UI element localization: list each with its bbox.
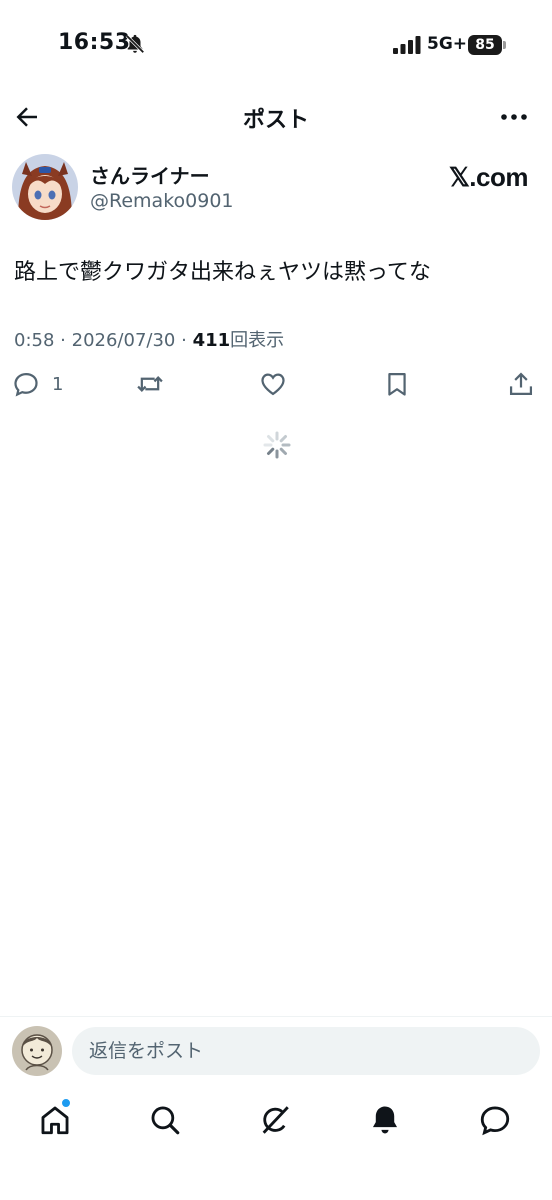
notifications-icon — [372, 1106, 398, 1134]
post-meta: 0:58 · 2026/07/30 · 411回表示 — [14, 326, 284, 352]
tab-search[interactable] — [145, 1100, 185, 1140]
share-icon — [509, 372, 533, 396]
messages-icon — [480, 1106, 510, 1136]
like-icon — [261, 373, 285, 396]
signal-bars-icon — [393, 36, 421, 54]
tab-notifications[interactable] — [365, 1100, 405, 1140]
post-actions: 1 — [0, 368, 552, 404]
reply-icon — [14, 372, 38, 397]
share-button[interactable] — [507, 368, 535, 400]
meta-separator: · — [181, 330, 187, 351]
post-text: 路上で鬱クワガタ出来ねぇヤツは黙ってな — [14, 260, 431, 285]
home-icon — [41, 1106, 69, 1135]
author-handle[interactable]: @Remako0901 — [90, 190, 234, 212]
reply-count: 1 — [52, 373, 64, 395]
author-display-name[interactable]: さんライナー — [90, 160, 210, 189]
battery-level: 85 — [468, 35, 502, 55]
search-icon — [151, 1106, 180, 1135]
user-avatar[interactable] — [12, 1026, 62, 1076]
network-type: 5G+ — [427, 34, 468, 54]
bookmark-button[interactable] — [383, 368, 411, 400]
meta-separator: · — [60, 330, 66, 351]
bell-slash-icon — [125, 34, 145, 54]
post-time: 0:58 — [14, 330, 55, 351]
home-unread-dot — [61, 1098, 71, 1108]
loading-spinner-icon — [263, 431, 291, 459]
retweet-button[interactable] — [136, 368, 164, 400]
page-title: ポスト — [242, 108, 309, 133]
author-avatar[interactable] — [12, 154, 78, 220]
tab-grok[interactable] — [255, 1100, 295, 1140]
views-count[interactable]: 411 — [193, 330, 231, 351]
composer-divider — [0, 1016, 552, 1017]
top-navigation: ポスト — [0, 90, 552, 142]
grok-icon — [262, 1106, 289, 1134]
reply-input[interactable] — [72, 1027, 540, 1075]
bottom-tab-bar — [0, 1092, 552, 1152]
battery-tip — [503, 41, 506, 49]
tab-messages[interactable] — [475, 1100, 515, 1140]
status-time: 16:53 — [58, 30, 131, 55]
more-horizontal-icon[interactable] — [498, 102, 530, 132]
views-label[interactable]: 回表示 — [230, 330, 284, 351]
bookmark-icon — [388, 372, 406, 396]
retweet-icon — [137, 375, 163, 393]
post-date: 2026/07/30 — [71, 330, 176, 351]
like-button[interactable] — [259, 368, 287, 400]
status-bar: 16:53 5G+ 85 — [0, 0, 552, 90]
reply-button[interactable]: 1 — [12, 368, 63, 400]
source-label: 𝕏.com — [448, 162, 529, 192]
post-detail-screen: 16:53 5G+ 85 ポスト さんライナー @Remako0901 𝕏.co… — [0, 0, 552, 1200]
